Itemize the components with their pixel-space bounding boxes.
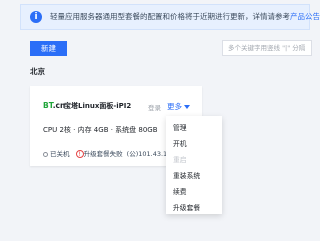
more-menu: 管理 开机 重启 重装系统 续费 升级套餐 (166, 116, 222, 214)
instance-name[interactable]: 宝塔Linux面板-iPI2 (64, 101, 131, 111)
notice-banner: i 轻量应用服务器通用型套餐的配置和价格将于近期进行更新，详情请参考产品公告 (20, 4, 320, 30)
notice-link[interactable]: 产品公告 (290, 12, 320, 21)
menu-item-restart: 重启 (173, 156, 187, 164)
upgrade-status: 升级套餐失败 (83, 150, 123, 158)
search-input[interactable]: 多个关键字用竖线 "|" 分隔 (222, 40, 312, 56)
notice-message: 轻量应用服务器通用型套餐的配置和价格将于近期进行更新，详情请参考 (50, 12, 290, 21)
more-label: 更多 (167, 102, 182, 111)
more-dropdown-toggle[interactable]: 更多 (167, 101, 190, 112)
chevron-down-icon (184, 105, 190, 109)
menu-item-reinstall[interactable]: 重装系统 (166, 168, 222, 184)
bt-logo-prefix: BT (43, 101, 53, 110)
info-icon: i (30, 11, 42, 23)
region-label: 北京 (30, 67, 45, 76)
login-link[interactable]: 登录 (148, 102, 161, 112)
menu-item-manage[interactable]: 管理 (166, 120, 222, 136)
error-icon: ! (75, 150, 84, 158)
status-dot-icon (43, 151, 48, 157)
menu-item-renew[interactable]: 续费 (166, 184, 222, 200)
instance-specs: CPU 2核 · 内存 4GB · 系统盘 80GB (43, 126, 158, 134)
bt-logo: BT.cn (43, 101, 65, 110)
public-ip: (公)101.43.19 (126, 150, 172, 158)
menu-item-power-on[interactable]: 开机 (166, 136, 222, 152)
menu-item-upgrade[interactable]: 升级套餐 (166, 200, 222, 216)
status-text: 已关机 (50, 150, 70, 158)
notice-text: 轻量应用服务器通用型套餐的配置和价格将于近期进行更新，详情请参考产品公告 (50, 11, 320, 23)
status-row: 已关机 ! 升级套餐失败 (公)101.43.19 (43, 148, 171, 158)
new-button[interactable]: 新建 (30, 41, 67, 56)
